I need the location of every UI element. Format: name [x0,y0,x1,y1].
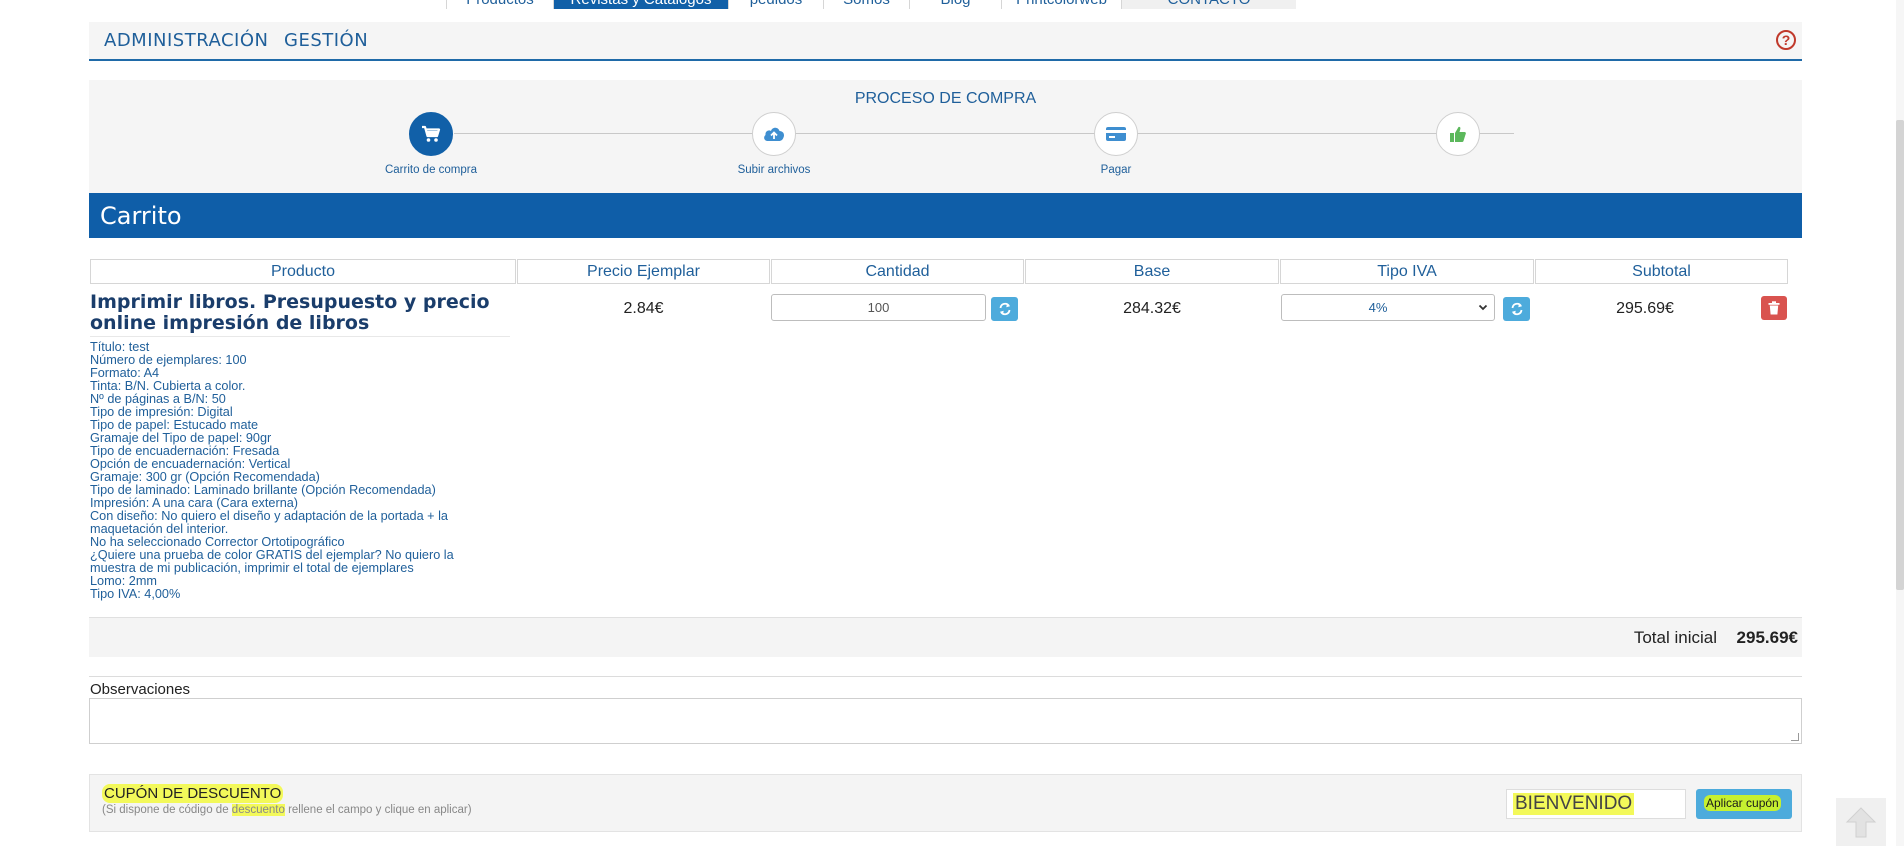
credit-card-icon [1106,127,1126,141]
resize-handle-icon[interactable] [1791,733,1799,741]
divider [89,676,1802,677]
cart-title: Carrito [100,202,182,230]
col-header-producto: Producto [90,259,516,284]
refresh-icon [999,302,1010,316]
nav-item-blog[interactable]: Blog [909,0,1001,9]
observaciones-textarea[interactable] [89,698,1802,744]
update-quantity-button[interactable] [991,297,1018,321]
total-bar: Total inicial 295.69€ [89,617,1802,657]
product-name[interactable]: Imprimir libros. Presupuesto y precio on… [90,292,514,334]
step-pay[interactable] [1094,112,1138,156]
col-header-iva: Tipo IVA [1280,259,1534,284]
step-cart[interactable] [409,112,453,156]
delete-item-button[interactable] [1761,296,1787,320]
detail-line: Con diseño: No quiero el diseño y adapta… [90,509,448,536]
update-iva-button[interactable] [1503,297,1530,321]
main-nav: Productos Revistas y Catálogos pedidos S… [446,0,1296,9]
observaciones-label: Observaciones [90,681,191,698]
back-to-top-button[interactable] [1836,798,1886,846]
product-details: Título: test Número de ejemplares: 100 F… [90,341,490,601]
step-label-upload: Subir archivos [737,164,811,176]
apply-coupon-label: Aplicar cupón [1704,795,1781,811]
nav-item-printcolorweb[interactable]: Printcolorweb [1001,0,1121,9]
apply-coupon-button[interactable]: Aplicar cupón [1696,789,1792,819]
cart-header: Carrito [89,193,1802,238]
base-amount: 284.32€ [1123,300,1181,317]
col-header-precio: Precio Ejemplar [517,259,770,284]
step-upload[interactable] [752,112,796,156]
row-subtotal: 295.69€ [1616,300,1674,317]
admin-bar: ADMINISTRACIÓN GESTIÓN ? [89,22,1802,61]
step-done[interactable] [1436,112,1480,156]
total-value: 295.69€ [1736,628,1798,647]
detail-line: ¿Quiere una prueba de color GRATIS del e… [90,548,454,575]
coupon-section: CUPÓN DE DESCUENTO (Si dispone de código… [89,774,1802,832]
col-header-base: Base [1025,259,1279,284]
process-title: PROCESO DE COMPRA [854,90,1037,107]
cart-icon [422,125,441,142]
coupon-code-input[interactable]: BIENVENIDO [1506,789,1686,819]
nav-item-somos[interactable]: Somos [823,0,909,9]
nav-item-revistas[interactable]: Revistas y Catálogos [553,0,728,9]
quantity-input[interactable]: 100 [771,294,986,321]
chevron-down-icon [1478,295,1488,328]
help-icon[interactable]: ? [1776,30,1796,50]
iva-selected: 4% [1368,300,1388,315]
coupon-code-value: BIENVENIDO [1513,793,1635,815]
gestion-link[interactable]: GESTIÓN [284,30,368,51]
admin-link[interactable]: ADMINISTRACIÓN [104,30,269,51]
coupon-help-text: (Si dispone de código de descuento relle… [102,804,472,816]
trash-icon [1768,301,1780,315]
nav-item-pedidos[interactable]: pedidos [728,0,823,9]
process-line [454,133,1514,134]
unit-price: 2.84€ [623,300,664,317]
iva-select[interactable]: 4% [1281,294,1495,321]
page-scrollbar[interactable] [1896,0,1904,846]
col-header-cantidad: Cantidad [771,259,1024,284]
detail-line: Tipo IVA: 4,00% [90,587,181,601]
step-label-cart: Carrito de compra [384,164,478,176]
thumbs-up-icon [1450,126,1466,142]
purchase-process: PROCESO DE COMPRA Carrito de compra Subi… [89,80,1802,193]
col-header-subtotal: Subtotal [1535,259,1788,284]
product-divider [90,336,510,337]
nav-item-contacto[interactable]: CONTACTO [1121,0,1296,9]
coupon-title: CUPÓN DE DESCUENTO [102,784,284,803]
refresh-icon [1511,302,1522,316]
arrow-up-icon [1845,807,1877,838]
cloud-upload-icon [764,127,785,141]
scrollbar-thumb[interactable] [1896,120,1904,590]
step-label-pay: Pagar [1100,164,1132,176]
total-label: Total inicial [1633,628,1717,647]
nav-item-productos[interactable]: Productos [446,0,553,9]
